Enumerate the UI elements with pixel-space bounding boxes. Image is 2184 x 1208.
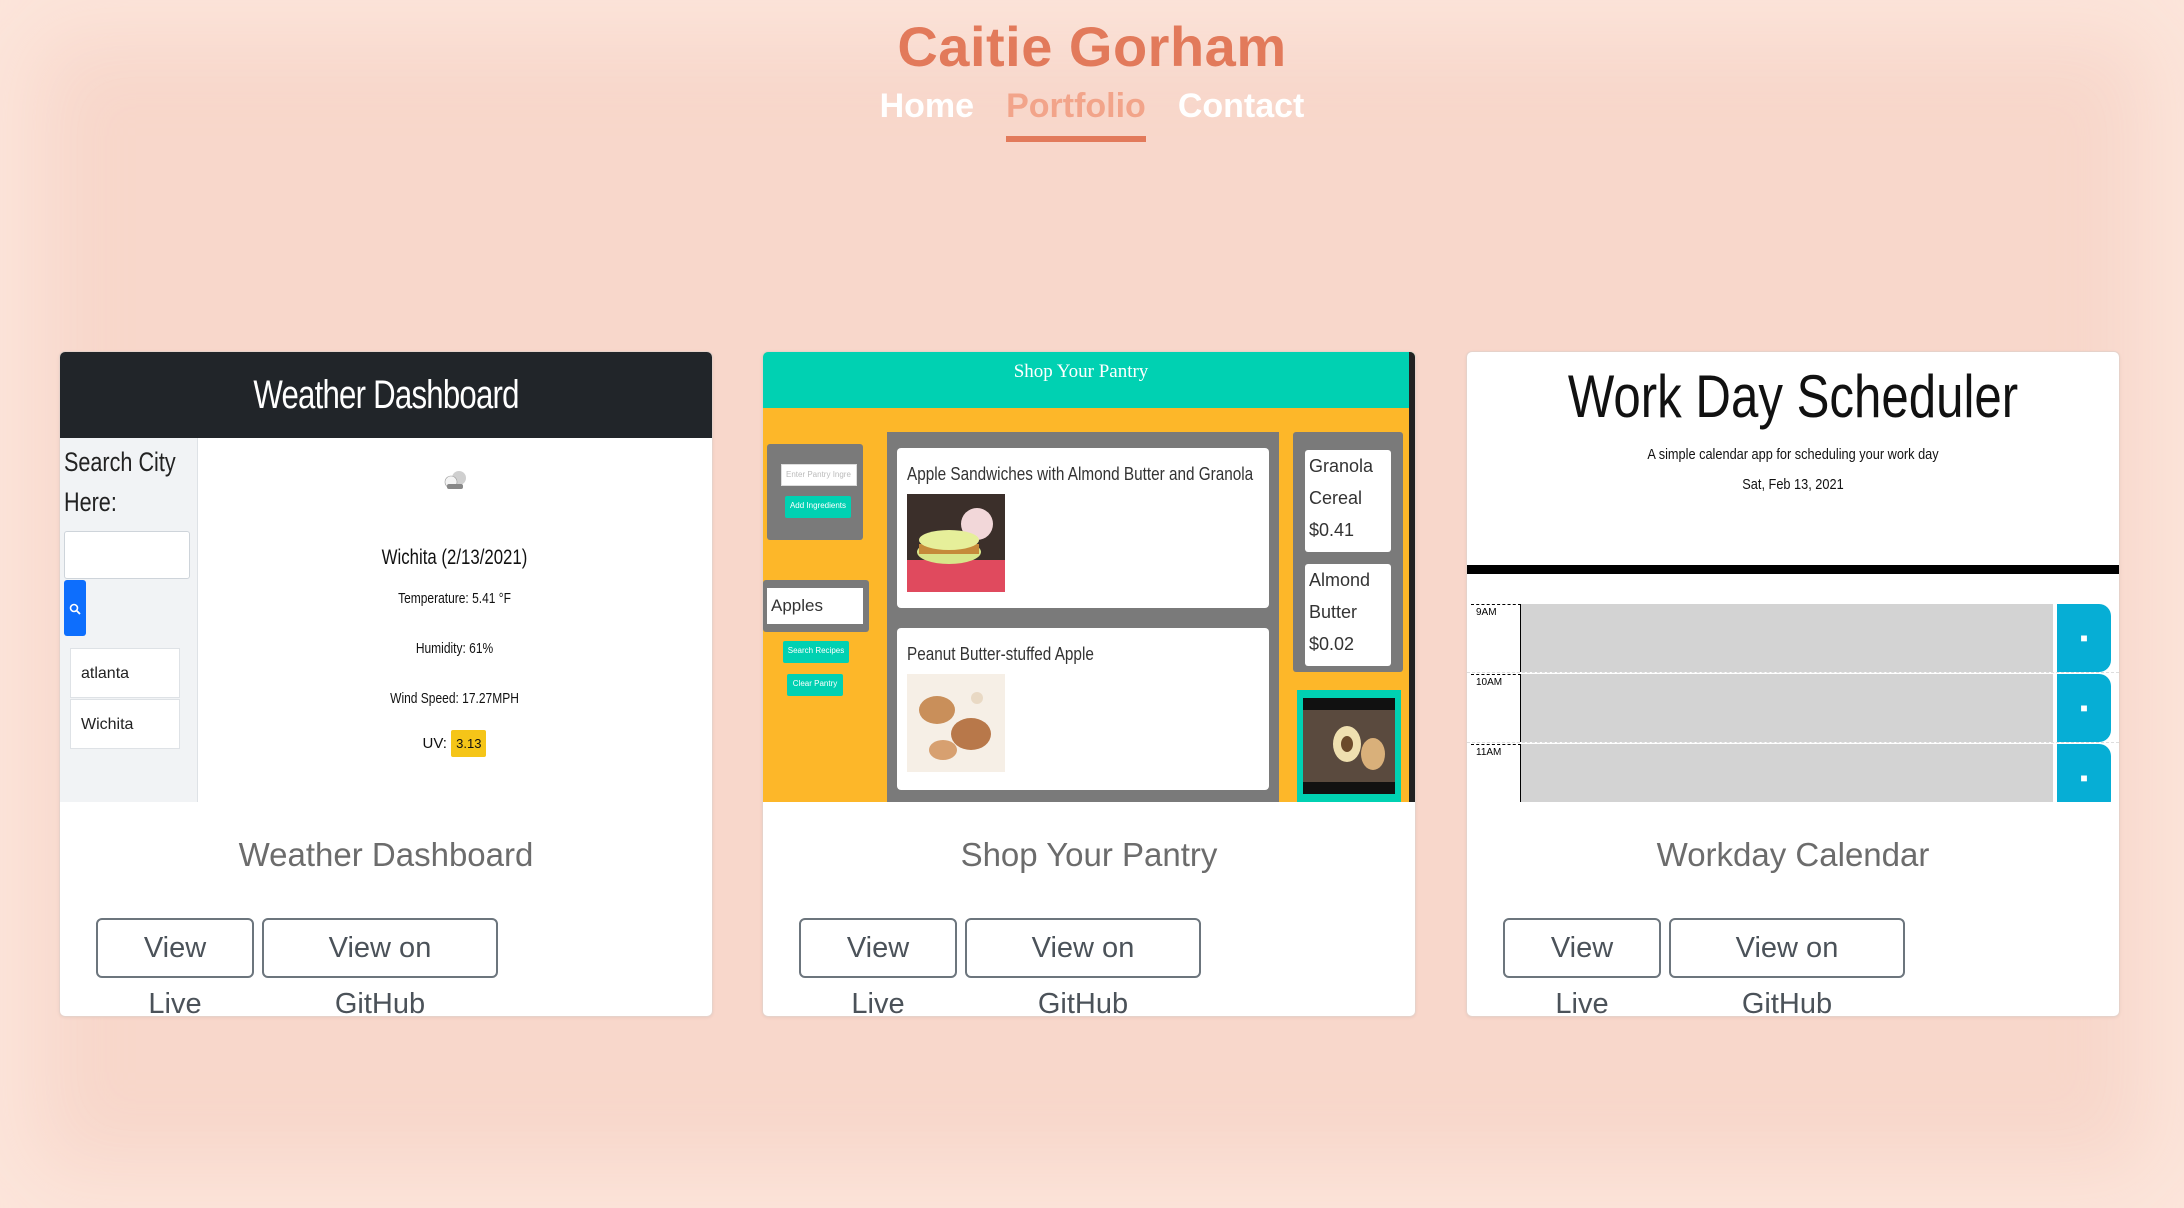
weather-history-item: atlanta	[70, 648, 180, 698]
view-github-button[interactable]: View on GitHub	[965, 918, 1201, 1016]
time-block: 10AM ■	[1467, 674, 2119, 743]
event-textarea	[1521, 604, 2053, 672]
project-card-pantry: Shop Your Pantry Enter Pantry Ingre Add …	[762, 351, 1416, 1017]
product-price: $0.41	[1309, 520, 1355, 540]
recipe-card: Peanut Butter-stuffed Apple	[897, 628, 1269, 790]
view-github-button[interactable]: View on GitHub	[1669, 918, 1905, 1016]
view-github-button[interactable]: View on GitHub	[262, 918, 498, 1016]
weather-wind: Wind Speed: 17.27MPH	[390, 690, 519, 707]
view-live-button[interactable]: View Live	[1503, 918, 1661, 1016]
product-card: Granola Cereal $0.41	[1305, 450, 1391, 552]
nav-contact[interactable]: Contact	[1178, 87, 1305, 142]
lock-icon: ■	[2057, 744, 2111, 802]
weather-temperature: Temperature: 5.41 °F	[398, 590, 511, 607]
video-thumbnail	[1297, 690, 1401, 802]
weather-history-item: Wichita	[70, 699, 180, 749]
project-title: Shop Your Pantry	[960, 836, 1218, 873]
project-title: Weather Dashboard	[238, 836, 534, 873]
weather-preview-main: Wichita (2/13/2021) Temperature: 5.41 °F…	[197, 438, 712, 802]
pantry-preview-title: Shop Your Pantry	[1013, 361, 1149, 382]
pantry-input-panel: Enter Pantry Ingre Add Ingredients	[767, 444, 863, 540]
scheduler-preview-subtitle: A simple calendar app for scheduling you…	[1647, 446, 1939, 463]
sandwich-image	[907, 494, 1005, 592]
project-card-weather: Weather Dashboard Search City Here: atla…	[59, 351, 713, 1017]
weather-uv-badge: 3.13	[451, 730, 487, 757]
site-header: Caitie Gorham Home Portfolio Contact	[0, 0, 2184, 142]
weather-preview-header: Weather Dashboard	[60, 352, 712, 438]
cloud-icon	[197, 468, 712, 499]
pantry-clear-button: Clear Pantry	[787, 674, 843, 696]
pantry-ingredient-input: Enter Pantry Ingre	[781, 464, 857, 486]
event-textarea	[1521, 674, 2053, 742]
stuffed-apple-image	[907, 674, 1005, 772]
time-block: 9AM ■	[1467, 604, 2119, 673]
nav-home[interactable]: Home	[880, 87, 974, 142]
event-textarea	[1521, 744, 2053, 802]
product-card: Almond Butter $0.02	[1305, 564, 1391, 666]
pantry-add-button: Add Ingredients	[785, 496, 851, 518]
weather-preview-sidebar: Search City Here: atlanta Wichita	[60, 438, 198, 802]
recipe-title: Peanut Butter-stuffed Apple	[907, 644, 1094, 664]
weather-dashboard-screenshot: Weather Dashboard Search City Here: atla…	[60, 352, 712, 802]
search-icon	[64, 580, 86, 636]
scheduler-divider	[1467, 565, 2119, 574]
weather-search-label: Search City Here:	[64, 447, 176, 517]
product-price: $0.02	[1309, 634, 1355, 654]
site-title: Caitie Gorham	[897, 15, 1287, 78]
scheduler-preview-date: Sat, Feb 13, 2021	[1742, 476, 1844, 493]
recipe-card: Apple Sandwiches with Almond Butter and …	[897, 448, 1269, 608]
view-live-button[interactable]: View Live	[799, 918, 957, 1016]
hour-label: 11AM	[1471, 744, 1521, 802]
hour-label: 10AM	[1471, 674, 1521, 742]
product-name: Butter	[1309, 602, 1358, 622]
lock-icon: ■	[2057, 674, 2111, 742]
time-block: 11AM ■	[1467, 744, 2119, 802]
weather-uv-label: UV:	[422, 735, 447, 752]
scheduler-screenshot: Work Day Scheduler A simple calendar app…	[1467, 352, 2119, 802]
weather-uv-row: UV: 3.13	[197, 730, 712, 757]
recipe-title: Apple Sandwiches with Almond Butter and …	[907, 464, 1254, 484]
pantry-ingredient-item: Apples	[767, 588, 863, 624]
pantry-preview-header: Shop Your Pantry	[763, 352, 1415, 408]
pantry-screenshot: Shop Your Pantry Enter Pantry Ingre Add …	[763, 352, 1415, 802]
pantry-preview-edge	[1409, 352, 1415, 802]
pantry-search-button: Search Recipes	[783, 641, 849, 663]
weather-search-input	[64, 531, 190, 579]
weather-preview-title: Weather Dashboard	[253, 373, 519, 417]
product-name: Almond	[1309, 570, 1371, 590]
product-name: Cereal	[1309, 488, 1363, 508]
product-name: Granola	[1309, 456, 1374, 476]
weather-city: Wichita (2/13/2021)	[381, 546, 528, 569]
main-nav: Home Portfolio Contact	[0, 87, 2184, 142]
hour-label: 9AM	[1471, 604, 1521, 672]
scheduler-preview-title: Work Day Scheduler	[1567, 363, 2019, 430]
view-live-button[interactable]: View Live	[96, 918, 254, 1016]
lock-icon: ■	[2057, 604, 2111, 672]
project-title: Workday Calendar	[1656, 836, 1930, 873]
project-card-scheduler: Work Day Scheduler A simple calendar app…	[1466, 351, 2120, 1017]
weather-humidity: Humidity: 61%	[415, 640, 494, 657]
nav-portfolio[interactable]: Portfolio	[1006, 87, 1146, 142]
